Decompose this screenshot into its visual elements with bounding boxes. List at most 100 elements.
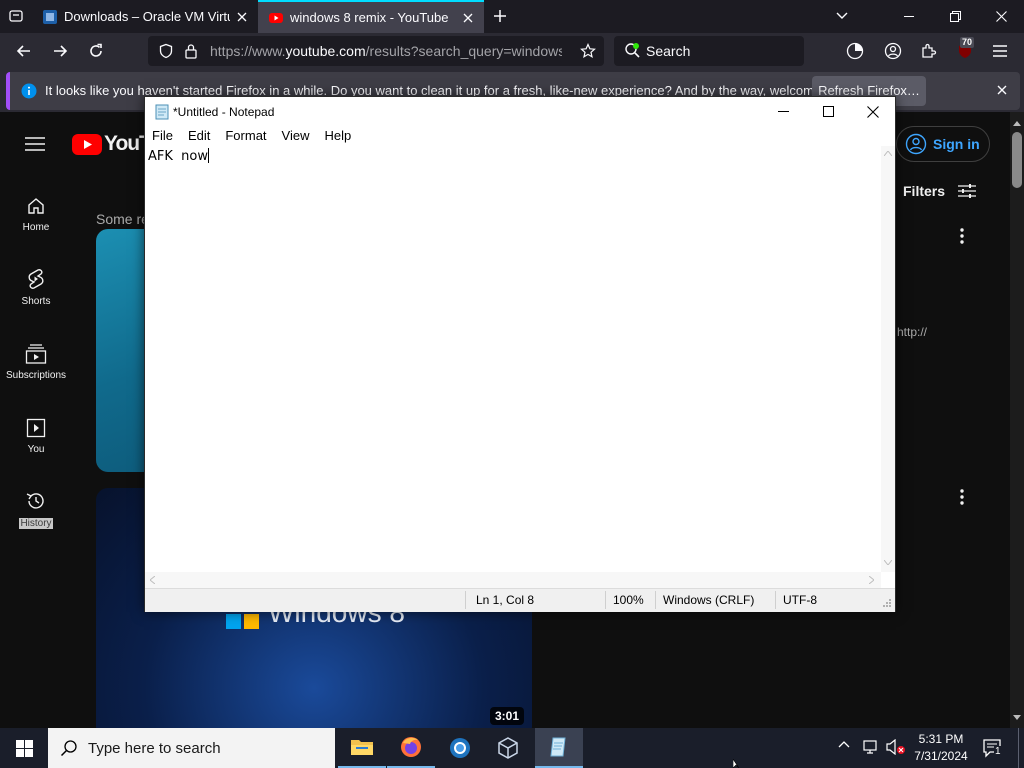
sidebar-item-you[interactable]: You: [0, 418, 72, 455]
menu-format[interactable]: Format: [218, 126, 274, 146]
tab-youtube[interactable]: windows 8 remix - YouTube: [258, 0, 484, 33]
show-desktop-button[interactable]: [1018, 728, 1024, 768]
reload-icon: [90, 43, 102, 57]
search-placeholder: Search: [646, 43, 691, 59]
sidebar-item-label: Home: [22, 222, 50, 233]
sign-in-button[interactable]: Sign in: [896, 126, 990, 162]
virtualbox-icon: [498, 737, 518, 759]
menu-edit[interactable]: Edit: [181, 126, 218, 146]
sidebar-item-label: Shorts: [21, 296, 51, 307]
scroll-right-icon[interactable]: [869, 576, 874, 584]
chrome-icon: [450, 738, 470, 758]
sidebar-item-home[interactable]: Home: [0, 196, 72, 233]
firefox-view-button[interactable]: [840, 36, 870, 66]
sidebar-item-history[interactable]: History: [0, 490, 72, 529]
scroll-left-icon[interactable]: [150, 576, 155, 584]
forward-button[interactable]: [45, 36, 75, 66]
status-cursor-position: Ln 1, Col 8: [476, 593, 535, 607]
taskbar-app-virtualbox[interactable]: [484, 728, 532, 768]
star-icon[interactable]: [580, 43, 596, 59]
scroll-up-icon[interactable]: [884, 151, 892, 156]
taskbar-app-notepad[interactable]: [535, 728, 583, 768]
shield-icon[interactable]: [158, 43, 174, 59]
taskbar-clock[interactable]: 5:31 PM 7/31/2024: [910, 731, 972, 765]
notepad-text: AFK now: [148, 149, 208, 164]
taskbar: Type here to search 5:31 PM 7/31/2024 1: [0, 728, 1024, 768]
sidebar-item-label: You: [27, 444, 45, 455]
taskbar-app-firefox[interactable]: [387, 728, 435, 768]
notepad-maximize-button[interactable]: [806, 97, 850, 126]
notepad-minimize-button[interactable]: [761, 97, 805, 126]
notepad-horizontal-scrollbar[interactable]: [145, 572, 881, 588]
search-icon: [60, 740, 77, 757]
notepad-window: *Untitled - Notepad File Edit Format Vie…: [144, 96, 896, 612]
search-engine-icon: [625, 43, 640, 58]
filter-sliders-icon: [958, 184, 977, 198]
notepad-vertical-scrollbar[interactable]: [881, 146, 895, 572]
tab-title: Downloads – Oracle VM VirtualBox: [64, 9, 230, 24]
close-icon: [867, 105, 879, 118]
url-text[interactable]: https://www.youtube.com/results?search_q…: [210, 43, 562, 59]
app-menu-button[interactable]: [985, 36, 1015, 66]
extensions-button[interactable]: [914, 36, 944, 66]
scroll-up-icon[interactable]: [1013, 120, 1021, 126]
status-encoding: UTF-8: [783, 593, 817, 607]
filters-button[interactable]: Filters: [903, 182, 977, 200]
network-button[interactable]: [862, 739, 880, 755]
notepad-close-button[interactable]: [851, 97, 895, 126]
sidebar-item-subscriptions[interactable]: Subscriptions: [0, 344, 72, 381]
hamburger-icon: [25, 137, 45, 151]
resize-grip-icon[interactable]: [883, 599, 891, 607]
account-circle-icon: [905, 133, 927, 155]
volume-button[interactable]: [886, 739, 906, 755]
lock-icon[interactable]: [184, 43, 198, 59]
scrollbar-thumb[interactable]: [1012, 132, 1022, 188]
info-icon: [21, 83, 37, 99]
taskbar-search-box[interactable]: Type here to search: [48, 728, 335, 768]
video-more-button[interactable]: [952, 228, 972, 252]
guide-menu-button[interactable]: [24, 136, 46, 152]
status-separator: [655, 591, 656, 609]
menu-file[interactable]: File: [145, 126, 181, 146]
notepad-text-area[interactable]: AFK now: [145, 146, 881, 572]
address-bar[interactable]: https://www.youtube.com/results?search_q…: [148, 36, 604, 66]
tab-close-button[interactable]: [456, 6, 480, 30]
search-bar[interactable]: Search: [614, 36, 804, 66]
tab-virtualbox[interactable]: Downloads – Oracle VM VirtualBox: [32, 0, 258, 33]
notepad-title-bar[interactable]: *Untitled - Notepad: [145, 97, 895, 126]
list-all-tabs-button[interactable]: [830, 4, 854, 28]
ublock-extension-button[interactable]: 70: [950, 36, 980, 66]
you-library-icon: [26, 418, 46, 438]
video-more-button[interactable]: [952, 489, 972, 513]
page-scrollbar[interactable]: [1010, 112, 1024, 728]
sidebar-item-shorts[interactable]: Shorts: [0, 268, 72, 307]
menu-help[interactable]: Help: [317, 126, 359, 146]
taskbar-app-file-explorer[interactable]: [338, 728, 386, 768]
minimize-button[interactable]: [890, 0, 928, 33]
action-center-button[interactable]: 1: [982, 738, 1002, 758]
network-icon: [863, 740, 877, 754]
menu-view[interactable]: View: [275, 126, 318, 146]
reload-button[interactable]: [81, 36, 111, 66]
show-hidden-icons-button[interactable]: [838, 740, 850, 748]
back-button[interactable]: [9, 36, 39, 66]
account-button[interactable]: [878, 36, 908, 66]
new-tab-button[interactable]: [488, 4, 512, 28]
status-separator: [775, 591, 776, 609]
tab-overview-button[interactable]: [4, 4, 28, 28]
close-icon: [997, 85, 1007, 95]
notepad-content: AFK now: [148, 148, 209, 164]
taskbar-app-chrome[interactable]: [436, 728, 484, 768]
close-window-button[interactable]: [982, 0, 1020, 33]
scroll-down-icon[interactable]: [1013, 715, 1021, 721]
maximize-icon: [822, 106, 834, 117]
scroll-down-icon[interactable]: [884, 560, 892, 565]
chevron-down-icon: [836, 12, 848, 19]
start-button[interactable]: [0, 728, 48, 768]
text-caret: [208, 148, 209, 163]
sidebar-item-label: Subscriptions: [5, 370, 67, 381]
extension-badge: 70: [960, 37, 975, 48]
notification-close-button[interactable]: [992, 80, 1012, 100]
tab-close-button[interactable]: [230, 5, 254, 29]
restore-button[interactable]: [936, 0, 974, 33]
